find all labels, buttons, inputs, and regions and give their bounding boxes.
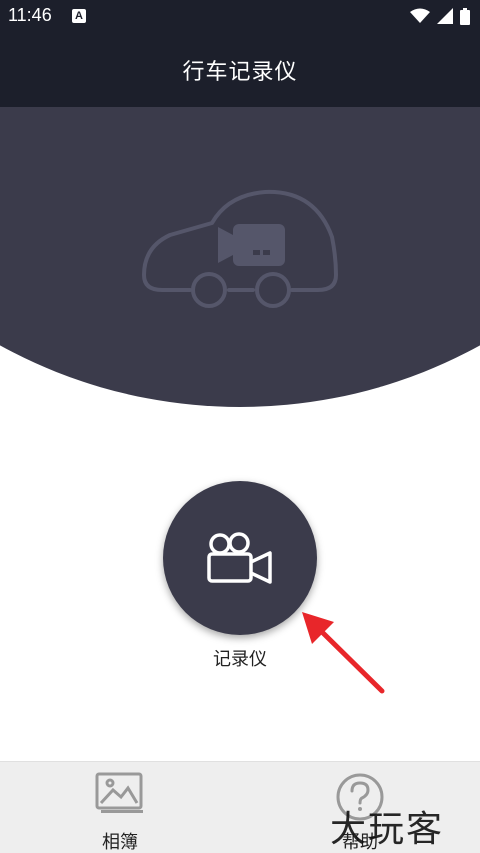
- nav-label-album: 相簿: [102, 832, 138, 853]
- image-icon: [95, 772, 143, 813]
- car-camera-icon: [142, 189, 338, 308]
- notification-a-icon: A: [72, 9, 86, 23]
- status-time: 11:46: [8, 5, 52, 25]
- nav-item-album[interactable]: 相簿: [50, 762, 190, 853]
- hero-section: [0, 107, 480, 407]
- status-icons: [410, 6, 470, 26]
- wifi-icon: [410, 8, 430, 23]
- status-bar: 11:46 A: [0, 0, 480, 33]
- battery-icon: [460, 7, 470, 25]
- video-camera-icon: [207, 532, 272, 584]
- title-bar: 行车记录仪: [0, 33, 480, 107]
- red-arrow-annotation: [302, 612, 385, 694]
- watermark: 大玩客: [330, 809, 445, 850]
- signal-icon: [437, 8, 453, 24]
- page-title: 行车记录仪: [182, 60, 298, 85]
